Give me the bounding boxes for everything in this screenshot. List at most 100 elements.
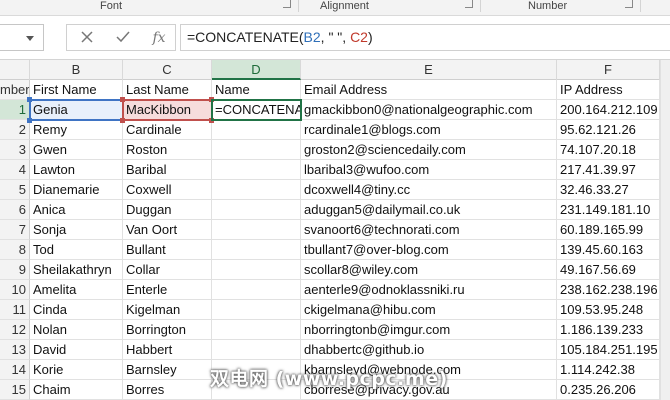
cell-last-name-header[interactable]: Last Name (123, 80, 212, 100)
cell-last-name[interactable]: Cardinale (123, 120, 212, 140)
cell-email[interactable]: svanoort6@technorati.com (301, 220, 557, 240)
row-header[interactable]: 10 (0, 280, 30, 300)
cell-last-name[interactable]: Roston (123, 140, 212, 160)
number-dialog-launcher-icon[interactable] (625, 0, 633, 8)
formula-input[interactable]: =CONCATENATE(B2, " ", C2) (180, 24, 670, 51)
cell-first-name[interactable]: Remy (30, 120, 123, 140)
resize-handle[interactable] (27, 118, 32, 123)
cell-email[interactable]: aduggan5@dailymail.co.uk (301, 200, 557, 220)
column-header-e[interactable]: E (301, 60, 557, 80)
cell-ip[interactable]: 109.53.95.248 (557, 300, 660, 320)
cell-email-header[interactable]: Email Address (301, 80, 557, 100)
cell-ip[interactable]: 217.41.39.97 (557, 160, 660, 180)
row-header[interactable]: 13 (0, 340, 30, 360)
cell-ip-header[interactable]: IP Address (557, 80, 660, 100)
column-header-c[interactable]: C (123, 60, 212, 80)
cell-name[interactable] (212, 200, 301, 220)
cell-name[interactable] (212, 140, 301, 160)
column-header-b[interactable]: B (30, 60, 123, 80)
cell-name[interactable] (212, 320, 301, 340)
cell-first-name[interactable]: Sheilakathryn (30, 260, 123, 280)
cell-name[interactable] (212, 240, 301, 260)
resize-handle[interactable] (120, 97, 125, 102)
resize-handle[interactable] (209, 118, 214, 123)
cell-ip[interactable]: 74.107.20.18 (557, 140, 660, 160)
cell-email[interactable]: aenterle9@odnoklassniki.ru (301, 280, 557, 300)
vertical-scrollbar[interactable] (660, 60, 670, 400)
cell-name[interactable] (212, 340, 301, 360)
cell-name[interactable] (212, 280, 301, 300)
cell-first-name[interactable]: Cinda (30, 300, 123, 320)
cell-first-name[interactable]: Dianemarie (30, 180, 123, 200)
cell-last-name[interactable]: Kigelman (123, 300, 212, 320)
select-all-corner[interactable] (0, 60, 30, 80)
cell-first-name[interactable]: Korie (30, 360, 123, 380)
row-header[interactable]: 3 (0, 140, 30, 160)
cell-ip[interactable]: 238.162.238.196 (557, 280, 660, 300)
cell-last-name[interactable]: Duggan (123, 200, 212, 220)
row-header[interactable]: 4 (0, 160, 30, 180)
row-header[interactable]: 2 (0, 120, 30, 140)
row-header[interactable]: 6 (0, 200, 30, 220)
row-header[interactable]: 1 (0, 100, 30, 120)
cell-first-name[interactable]: Anica (30, 200, 123, 220)
row-header[interactable]: mber (0, 80, 30, 100)
cell-first-name-header[interactable]: First Name (30, 80, 123, 100)
cell-ip[interactable]: 1.186.139.233 (557, 320, 660, 340)
row-header[interactable]: 7 (0, 220, 30, 240)
row-header[interactable]: 12 (0, 320, 30, 340)
cell-first-name[interactable]: Sonja (30, 220, 123, 240)
cell-ip[interactable]: 231.149.181.10 (557, 200, 660, 220)
cell-name[interactable] (212, 180, 301, 200)
cell-ip[interactable]: 1.114.242.38 (557, 360, 660, 380)
cell-ip[interactable]: 0.235.26.206 (557, 380, 660, 400)
cell-email[interactable]: nborringtonb@imgur.com (301, 320, 557, 340)
cell-last-name[interactable]: Habbert (123, 340, 212, 360)
resize-handle[interactable] (209, 97, 214, 102)
resize-handle[interactable] (120, 118, 125, 123)
cell-last-name[interactable]: Coxwell (123, 180, 212, 200)
cell-name[interactable] (212, 120, 301, 140)
cell-first-name[interactable]: Amelita (30, 280, 123, 300)
cell-first-name[interactable]: David (30, 340, 123, 360)
row-header[interactable]: 5 (0, 180, 30, 200)
cell-email[interactable]: rcardinale1@blogs.com (301, 120, 557, 140)
cell-name[interactable] (212, 160, 301, 180)
cell-email[interactable]: groston2@sciencedaily.com (301, 140, 557, 160)
cell-first-name[interactable]: Nolan (30, 320, 123, 340)
cell-last-name[interactable]: Barnsley (123, 360, 212, 380)
cell-last-name[interactable]: Borrington (123, 320, 212, 340)
cell-email[interactable]: dhabbertc@github.io (301, 340, 557, 360)
cell-last-name[interactable]: Borres (123, 380, 212, 400)
cell-ip[interactable]: 60.189.165.99 (557, 220, 660, 240)
cell-ip[interactable]: 139.45.60.163 (557, 240, 660, 260)
cell-ip[interactable]: 105.184.251.195 (557, 340, 660, 360)
cell-last-name[interactable]: Collar (123, 260, 212, 280)
cell-ip[interactable]: 32.46.33.27 (557, 180, 660, 200)
row-header[interactable]: 9 (0, 260, 30, 280)
cell-last-name[interactable]: Van Oort (123, 220, 212, 240)
enter-button[interactable] (111, 28, 135, 48)
cell-last-name[interactable]: Bullant (123, 240, 212, 260)
cell-email[interactable]: dcoxwell4@tiny.cc (301, 180, 557, 200)
column-header-d[interactable]: D (212, 60, 301, 80)
column-header-f[interactable]: F (557, 60, 660, 80)
alignment-dialog-launcher-icon[interactable] (465, 0, 473, 8)
cell-name[interactable] (212, 220, 301, 240)
cell-ip[interactable]: 95.62.121.26 (557, 120, 660, 140)
cell-last-name[interactable]: Baribal (123, 160, 212, 180)
cell-first-name[interactable]: Tod (30, 240, 123, 260)
cell-name[interactable]: =CONCATENA (212, 100, 301, 120)
cell-email[interactable]: lbaribal3@wufoo.com (301, 160, 557, 180)
name-box[interactable] (0, 24, 44, 51)
font-dialog-launcher-icon[interactable] (283, 0, 291, 8)
cell-first-name[interactable]: Chaim (30, 380, 123, 400)
chevron-down-icon[interactable] (26, 36, 34, 41)
row-header[interactable]: 15 (0, 380, 30, 400)
cell-first-name[interactable]: Genia (30, 100, 123, 120)
cancel-button[interactable] (75, 28, 99, 48)
cell-email[interactable]: scollar8@wiley.com (301, 260, 557, 280)
cell-name[interactable] (212, 260, 301, 280)
cell-ip[interactable]: 49.167.56.69 (557, 260, 660, 280)
cell-name-header[interactable]: Name (212, 80, 301, 100)
